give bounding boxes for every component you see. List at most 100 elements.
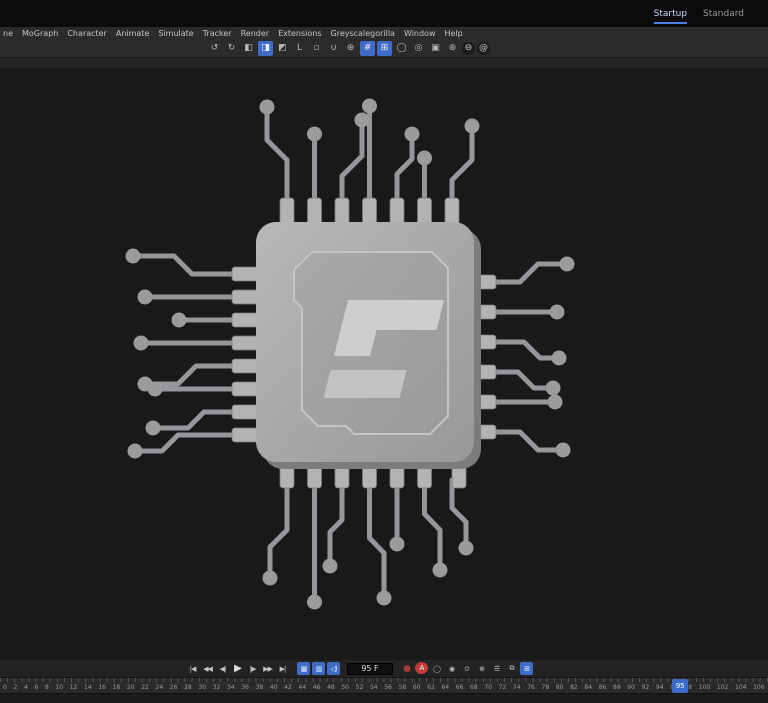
ruler-number: 22 [141, 684, 149, 691]
record-keyframe-button[interactable]: ● [400, 662, 413, 675]
main-toolbar: ↺ ↻ ◧ ◨ ◩ L ▫ ∪ ⊕ # ⊞ ◯ ◎ ▣ ⊛ ⊖ @ [0, 39, 768, 57]
menu-item-extensions[interactable]: Extensions [278, 29, 321, 38]
menu-item-character[interactable]: Character [67, 29, 107, 38]
ruler-number: 4 [23, 684, 28, 691]
ruler-number: 78 [541, 684, 550, 691]
ruler-number: 74 [512, 684, 521, 691]
camera-icon[interactable]: ▣ [428, 41, 443, 56]
select-tool-icon[interactable]: ◧ [241, 41, 256, 56]
ruler-number: 6 [34, 684, 39, 691]
record-rotation-button[interactable]: ⊕ [475, 662, 488, 675]
ruler-number: 70 [484, 684, 492, 691]
gorilla-badge-icon[interactable]: @ [477, 41, 490, 55]
menu-item-simulate[interactable]: Simulate [158, 29, 193, 38]
redo-icon[interactable]: ↻ [224, 41, 239, 56]
timeline-bar: |◀ ◀◀ ◀| ▶ |▶ ▶▶ ▶| ▦ ▥ ◁) 95 F ● A ◯ ◉ ⊙ ⊕ ☰ ⧉ ⊞ [0, 660, 768, 677]
scale-tool-icon[interactable]: ◩ [275, 41, 290, 56]
ruler-number: 42 [284, 684, 292, 691]
title-bar: Startup Standard [0, 0, 768, 27]
viewport-3d[interactable] [0, 68, 768, 660]
record-pla-button[interactable]: ⧉ [505, 662, 518, 675]
ruler-number: 26 [169, 684, 178, 691]
ruler-number: 54 [369, 684, 378, 691]
ruler-number: 86 [598, 684, 607, 691]
layout-tab-standard[interactable]: Standard [703, 9, 744, 24]
ruler-number: 0 [3, 684, 7, 691]
transport-buttons: |◀ ◀◀ ◀| ▶ |▶ ▶▶ ▶| [186, 662, 289, 675]
play-mode-toggle[interactable]: ▦ [297, 662, 310, 675]
ruler-number: 34 [226, 684, 235, 691]
ruler-number: 106 [753, 684, 765, 691]
prev-key-button[interactable]: ◀◀ [201, 662, 214, 675]
undo-icon[interactable]: ↺ [207, 41, 222, 56]
autokey-button[interactable]: A [415, 662, 428, 674]
next-frame-button[interactable]: |▶ [246, 662, 259, 675]
menu-item-render[interactable]: Render [241, 29, 269, 38]
target-mode-icon[interactable]: ◎ [411, 41, 426, 56]
coord-system-icon[interactable]: ▫ [309, 41, 324, 56]
prev-frame-button[interactable]: ◀| [216, 662, 229, 675]
ruler-numbers: 0 2 4 6 8 10 12 14 16 18 20 22 24 26 28 30 32 34 36 38 40 42 4… [0, 678, 768, 693]
workplane-icon[interactable]: ◯ [394, 41, 409, 56]
solo-button[interactable]: ⊞ [520, 662, 533, 675]
keyframe-selection-button[interactable]: ◯ [430, 662, 443, 675]
ruler-number: 44 [298, 684, 307, 691]
next-key-button[interactable]: ▶▶ [261, 662, 274, 675]
record-scale-button[interactable]: ⊙ [460, 662, 473, 675]
ruler-number: 56 [384, 684, 392, 691]
ruler-number: 48 [327, 684, 335, 691]
ruler-number: 14 [84, 684, 92, 691]
settings-icon[interactable]: ⊛ [445, 41, 460, 56]
menu-item-help[interactable]: Help [445, 29, 463, 38]
record-position-button[interactable]: ◉ [445, 662, 458, 675]
ruler-number: 50 [341, 684, 349, 691]
timeline-toggles: ▦ ▥ ◁) [297, 662, 340, 675]
minus-badge-icon[interactable]: ⊖ [462, 41, 475, 55]
sound-toggle-icon[interactable]: ◁) [327, 662, 340, 675]
ruler-number: 102 [716, 684, 729, 691]
current-frame-field[interactable]: 95 F [347, 662, 393, 675]
ruler-number: 12 [69, 684, 78, 691]
grid-snap-icon[interactable]: ⊞ [377, 40, 392, 56]
dynamic-guides-icon[interactable]: ⊕ [343, 41, 358, 56]
ruler-number: 20 [126, 684, 135, 691]
menu-item-tracker[interactable]: Tracker [203, 29, 232, 38]
ruler-number: 82 [570, 684, 578, 691]
snap-magnet-icon[interactable]: ∪ [326, 41, 341, 56]
menu-item-animate[interactable]: Animate [116, 29, 150, 38]
layout-tab-startup[interactable]: Startup [653, 9, 688, 24]
ruler-number: 16 [98, 684, 106, 691]
menu-item-mograph[interactable]: MoGraph [22, 29, 58, 38]
menu-item-window[interactable]: Window [404, 29, 436, 38]
goto-end-button[interactable]: ▶| [276, 662, 289, 675]
timeline-scroll-strip[interactable] [0, 693, 768, 703]
timeline-ruler[interactable]: 0 2 4 6 8 10 12 14 16 18 20 22 24 26 28 30 32 34 36 38 40 42 4… [0, 677, 768, 693]
play-button[interactable]: ▶ [231, 662, 244, 675]
viewport-canvas[interactable] [0, 68, 768, 660]
menu-item-greyscalegorilla[interactable]: Greyscalegorilla [331, 29, 395, 38]
menu-item-clipped[interactable]: ne [3, 29, 13, 38]
ruler-number: 52 [355, 684, 364, 691]
ruler-number: 46 [312, 684, 321, 691]
move-tool-icon[interactable]: ◨ [258, 40, 273, 56]
menu-bar: ne MoGraph Character Animate Simulate Tracker… [0, 27, 768, 39]
key-mode-toggle[interactable]: ▥ [312, 662, 325, 675]
ruler-number: 24 [155, 684, 164, 691]
quantize-icon[interactable]: # [360, 40, 375, 56]
ruler-number: 84 [584, 684, 593, 691]
ruler-number: 72 [498, 684, 507, 691]
ruler-number: 32 [212, 684, 221, 691]
record-parameter-button[interactable]: ☰ [490, 662, 503, 675]
ruler-number: 38 [255, 684, 264, 691]
ruler-number: 40 [269, 684, 278, 691]
goto-start-button[interactable]: |◀ [186, 662, 199, 675]
axis-lock-icon[interactable]: L [292, 41, 307, 56]
ruler-number: 88 [613, 684, 621, 691]
ruler-number: 58 [398, 684, 407, 691]
ruler-number: 36 [241, 684, 249, 691]
ruler-number: 60 [412, 684, 421, 691]
ruler-number: 30 [198, 684, 207, 691]
ruler-number: 10 [55, 684, 64, 691]
playhead[interactable]: 95 [672, 679, 689, 693]
ruler-number: 80 [555, 684, 564, 691]
